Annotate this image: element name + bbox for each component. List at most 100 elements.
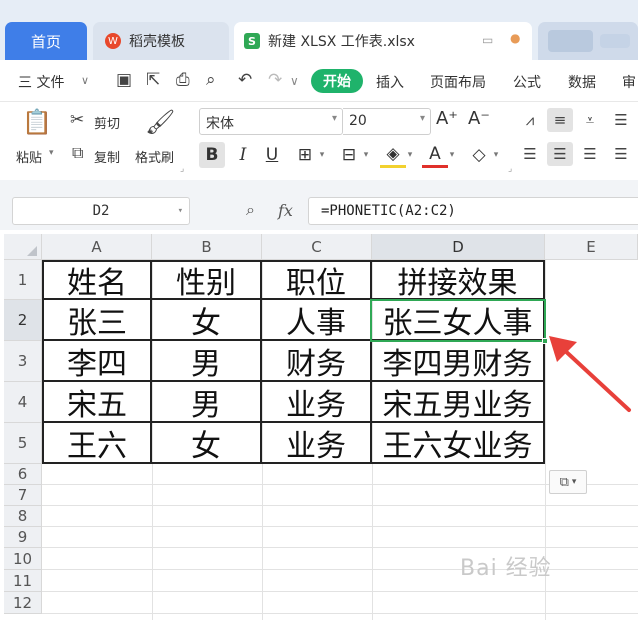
chevron-down-icon: ▾	[571, 477, 577, 487]
tab-stencil[interactable]: W 稻壳模板	[93, 22, 229, 60]
cell-d2[interactable]: 张三女人事	[372, 300, 545, 341]
menu-data[interactable]: 数据	[568, 72, 596, 92]
fill-color-icon[interactable]: ◈	[380, 142, 406, 168]
dialog-launcher-icon[interactable]: ⌟	[508, 164, 512, 174]
print-preview-icon[interactable]: ⌕	[206, 70, 216, 90]
justify-icon[interactable]: ☰	[608, 142, 634, 166]
cell-a2[interactable]: 张三	[42, 300, 152, 341]
chevron-down-icon[interactable]: ∨	[81, 74, 89, 87]
chevron-down-icon[interactable]: ∨	[290, 74, 299, 88]
row-header-8[interactable]: 8	[4, 506, 42, 527]
row-header-9[interactable]: 9	[4, 527, 42, 548]
tab-blurred[interactable]	[538, 22, 638, 60]
align-top-icon[interactable]: ⩘	[517, 108, 543, 132]
cell-b4[interactable]: 男	[152, 382, 262, 423]
cell-d1[interactable]: 拼接效果	[372, 260, 545, 301]
tab-file-label: 新建 XLSX 工作表.xlsx	[268, 34, 415, 50]
row-header-3[interactable]: 3	[4, 341, 42, 382]
cell-c2[interactable]: 人事	[262, 300, 372, 341]
row-header-11[interactable]: 11	[4, 570, 42, 592]
italic-button[interactable]: I	[230, 142, 256, 168]
tab-file[interactable]: S 新建 XLSX 工作表.xlsx ▭ ●	[234, 22, 532, 60]
cell-d3[interactable]: 李四男财务	[372, 341, 545, 382]
print-icon[interactable]: ⎙	[176, 70, 190, 90]
cell-b1[interactable]: 性别	[152, 260, 262, 301]
cell-a3[interactable]: 李四	[42, 341, 152, 382]
menu-start[interactable]: 开始	[311, 69, 363, 93]
dialog-launcher-icon[interactable]: ⌟	[180, 164, 184, 174]
bold-button[interactable]: B	[199, 142, 225, 168]
select-all-corner[interactable]	[4, 234, 42, 260]
column-header-e[interactable]: E	[545, 234, 638, 260]
column-header-a[interactable]: A	[42, 234, 152, 260]
row-header-12[interactable]: 12	[4, 592, 42, 614]
menu-review[interactable]: 审	[622, 72, 636, 92]
paste-options-button[interactable]: ⧉ ▾	[549, 470, 587, 494]
cell-b5[interactable]: 女	[152, 423, 262, 464]
chevron-down-icon[interactable]: ▾	[446, 142, 458, 168]
cell-c1[interactable]: 职位	[262, 260, 372, 301]
chevron-down-icon[interactable]: ▾	[178, 198, 183, 224]
export-icon[interactable]: ⇱	[146, 70, 160, 90]
zoom-formula-icon[interactable]: ⌕	[246, 200, 255, 220]
format-painter-button[interactable]: 格式刷	[135, 147, 174, 166]
cell-a4[interactable]: 宋五	[42, 382, 152, 423]
copy-button[interactable]: 复制	[94, 147, 120, 166]
menu-page-layout[interactable]: 页面布局	[430, 72, 486, 92]
row-header-5[interactable]: 5	[4, 423, 42, 464]
row-header-1[interactable]: 1	[4, 260, 42, 300]
shrink-font-button[interactable]: A⁻	[468, 108, 490, 129]
border-icon[interactable]: ⊞	[292, 142, 318, 168]
cell-a5[interactable]: 王六	[42, 423, 152, 464]
cell-d5[interactable]: 王六女业务	[372, 423, 545, 464]
font-color-icon[interactable]: A	[422, 142, 448, 168]
underline-button[interactable]: U	[259, 142, 285, 168]
row-header-2[interactable]: 2	[4, 300, 42, 341]
chevron-down-icon[interactable]: ▾	[404, 142, 416, 168]
cut-button[interactable]: 剪切	[94, 113, 120, 132]
chevron-down-icon[interactable]: ▾	[316, 142, 328, 168]
font-name-select[interactable]: 宋体 ▾	[199, 108, 343, 135]
align-middle-icon[interactable]: ≡	[547, 108, 573, 132]
chevron-down-icon[interactable]: ▾	[490, 142, 502, 168]
formula-input[interactable]: =PHONETIC(A2:C2)	[308, 197, 638, 225]
column-header-d[interactable]: D	[372, 234, 545, 260]
cell-a1[interactable]: 姓名	[42, 260, 152, 301]
paste-icon[interactable]: 📋	[22, 108, 52, 136]
monitor-icon[interactable]: ▭	[482, 33, 493, 47]
undo-icon[interactable]: ↶	[238, 70, 252, 90]
row-header-10[interactable]: 10	[4, 548, 42, 570]
menu-insert[interactable]: 插入	[376, 72, 404, 92]
clear-format-icon[interactable]: ◇	[466, 142, 492, 168]
menu-formula[interactable]: 公式	[513, 72, 541, 92]
align-center-icon[interactable]: ☰	[547, 142, 573, 166]
row-header-4[interactable]: 4	[4, 382, 42, 423]
tab-home[interactable]: 首页	[5, 22, 87, 60]
align-right-icon[interactable]: ☰	[577, 142, 603, 166]
align-bottom-icon[interactable]: ⩡	[577, 108, 603, 132]
chevron-down-icon[interactable]: ▾	[360, 142, 372, 168]
cell-b3[interactable]: 男	[152, 341, 262, 382]
spreadsheet-grid: A B C D E 1 2 3 4 5 6 7 8 9 10 11 12 姓名 …	[0, 232, 638, 620]
font-size-select[interactable]: 20 ▾	[343, 108, 431, 135]
cell-d4[interactable]: 宋五男业务	[372, 382, 545, 423]
fx-icon[interactable]: fx	[278, 201, 293, 220]
cell-b2[interactable]: 女	[152, 300, 262, 341]
merge-icon[interactable]: ⊟	[336, 142, 362, 168]
column-header-c[interactable]: C	[262, 234, 372, 260]
save-icon[interactable]: ▣	[116, 70, 132, 90]
name-box[interactable]: D2 ▾	[12, 197, 190, 225]
grow-font-button[interactable]: A⁺	[436, 108, 458, 129]
cell-c3[interactable]: 财务	[262, 341, 372, 382]
chevron-down-icon[interactable]: ▾	[49, 148, 54, 158]
redo-icon[interactable]: ↷	[268, 70, 282, 90]
row-header-6[interactable]: 6	[4, 464, 42, 485]
column-header-b[interactable]: B	[152, 234, 262, 260]
row-header-7[interactable]: 7	[4, 485, 42, 506]
cell-c5[interactable]: 业务	[262, 423, 372, 464]
align-left-icon[interactable]: ☰	[517, 142, 543, 166]
menu-file[interactable]: 三 文件	[18, 72, 64, 92]
cell-c4[interactable]: 业务	[262, 382, 372, 423]
paste-button[interactable]: 粘贴	[16, 147, 42, 166]
wrap-text-icon[interactable]: ☰	[608, 108, 634, 132]
